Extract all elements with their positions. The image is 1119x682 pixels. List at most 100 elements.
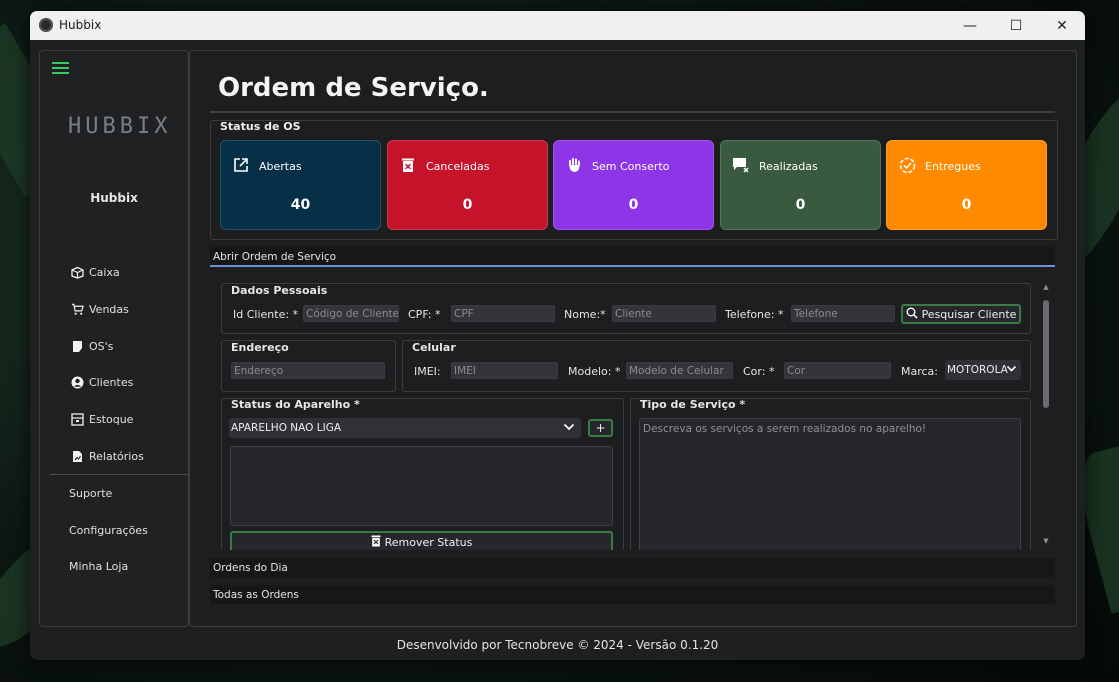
page-title: Ordem de Serviço. xyxy=(218,73,489,103)
cpf-label: CPF: * xyxy=(408,308,441,321)
minimize-button[interactable]: — xyxy=(947,11,993,40)
open-order-form: Dados Pessoais Id Cliente: * Código de C… xyxy=(210,267,1055,550)
cpf-input[interactable]: CPF xyxy=(451,305,555,322)
device-status-label: Status do Aparelho * xyxy=(231,398,360,411)
sidebar-item-caixa[interactable]: Caixa xyxy=(71,262,120,282)
cart-icon xyxy=(71,303,84,316)
phone-label: Telefone: * xyxy=(725,308,784,321)
window-title: Hubbix xyxy=(59,18,102,32)
sidebar-item-label: Estoque xyxy=(89,412,134,426)
search-icon xyxy=(906,307,918,322)
card-value: 0 xyxy=(462,197,473,213)
service-type-label: Tipo de Serviço * xyxy=(640,398,746,411)
search-client-label: Pesquisar Cliente xyxy=(921,307,1017,321)
brand-label: Marca: xyxy=(901,365,939,378)
chevron-down-icon xyxy=(563,421,575,435)
address-input[interactable]: Endereço xyxy=(231,362,385,379)
user-icon xyxy=(71,376,84,389)
card-label: Canceladas xyxy=(426,160,490,173)
chevron-down-icon xyxy=(1006,363,1017,377)
footer-text: Desenvolvido por Tecnobreve © 2024 - Ver… xyxy=(396,638,719,652)
card-value: 0 xyxy=(628,197,639,213)
device-status-select[interactable]: APARELHO NAO LIGA xyxy=(229,418,581,438)
sidebar-divider xyxy=(50,474,188,475)
phone-input[interactable]: Telefone xyxy=(791,305,895,322)
status-group-label: Status de OS xyxy=(220,120,301,133)
sidebar-item-label: Vendas xyxy=(89,302,129,316)
sidebar-item-minha-loja[interactable]: Minha Loja xyxy=(69,560,128,573)
app-window: Hubbix — ☐ ✕ HUBBIX Hubbix Caixa Vendas xyxy=(30,11,1085,660)
status-card-sem-conserto[interactable]: Sem Conserto 0 xyxy=(553,140,714,230)
scrollbar-thumb[interactable] xyxy=(1043,300,1049,408)
external-link-icon xyxy=(232,156,250,174)
main-panel: Ordem de Serviço. Status de OS Abertas 4… xyxy=(189,50,1077,627)
device-label: Celular xyxy=(412,341,456,354)
sidebar-item-label: Clientes xyxy=(89,375,134,389)
status-card-canceladas[interactable]: Canceladas 0 xyxy=(387,140,548,230)
report-icon xyxy=(71,450,84,463)
status-card-abertas[interactable]: Abertas 40 xyxy=(220,140,381,230)
card-label: Sem Conserto xyxy=(592,160,670,173)
status-card-entregues[interactable]: Entregues 0 xyxy=(886,140,1047,230)
document-icon xyxy=(71,340,84,353)
sidebar: HUBBIX Hubbix Caixa Vendas OS's Clientes xyxy=(39,50,189,627)
app-logo-icon xyxy=(39,18,53,32)
sidebar-item-estoque[interactable]: Estoque xyxy=(71,409,133,429)
personal-data-label: Dados Pessoais xyxy=(231,284,328,297)
card-label: Realizadas xyxy=(759,160,818,173)
menu-icon[interactable] xyxy=(52,61,70,75)
maximize-button[interactable]: ☐ xyxy=(993,11,1039,40)
remove-status-button[interactable]: Remover Status xyxy=(230,531,613,550)
scroll-down-icon[interactable]: ▼ xyxy=(1042,537,1050,545)
sidebar-item-relatorios[interactable]: Relatórios xyxy=(71,446,144,466)
trash-icon xyxy=(371,535,381,550)
sidebar-item-configuracoes[interactable]: Configurações xyxy=(69,524,148,537)
sidebar-item-suporte[interactable]: Suporte xyxy=(69,487,112,500)
remove-status-label: Remover Status xyxy=(384,535,473,549)
inventory-icon xyxy=(71,412,84,426)
card-value: 0 xyxy=(795,197,806,213)
client-id-label: Id Cliente: * xyxy=(233,308,299,321)
brand-select[interactable]: MOTOROLA xyxy=(945,360,1021,380)
address-label: Endereço xyxy=(231,341,289,354)
sidebar-item-clientes[interactable]: Clientes xyxy=(71,372,133,392)
form-scrollbar[interactable]: ▲ ▼ xyxy=(1041,283,1051,551)
status-card-realizadas[interactable]: Realizadas 0 xyxy=(720,140,881,230)
sidebar-item-vendas[interactable]: Vendas xyxy=(71,299,129,319)
sidebar-item-label: Relatórios xyxy=(89,449,144,463)
card-value: 40 xyxy=(290,197,311,213)
section-open-order[interactable]: Abrir Ordem de Serviço xyxy=(210,247,1055,266)
color-label: Cor: * xyxy=(743,365,775,378)
sidebar-item-os[interactable]: OS's xyxy=(71,336,113,356)
color-input[interactable]: Cor xyxy=(784,362,891,379)
card-value: 0 xyxy=(961,197,972,213)
model-label: Modelo: * xyxy=(568,365,621,378)
message-check-icon xyxy=(732,156,750,174)
name-input[interactable]: Cliente xyxy=(612,305,716,322)
sidebar-item-label: OS's xyxy=(89,339,114,353)
box-icon xyxy=(71,266,84,279)
title-bar: Hubbix — ☐ ✕ xyxy=(30,11,1085,40)
client-id-input[interactable]: Código de Cliente xyxy=(303,305,399,322)
imei-label: IMEI: xyxy=(414,365,441,378)
card-label: Entregues xyxy=(925,160,981,173)
brand-logo: HUBBIX xyxy=(68,114,172,139)
section-orders-today[interactable]: Ordens do Dia xyxy=(210,558,1055,577)
card-label: Abertas xyxy=(259,160,302,173)
brand-select-value: MOTOROLA xyxy=(947,364,1008,376)
scroll-up-icon[interactable]: ▲ xyxy=(1042,283,1050,291)
status-list[interactable] xyxy=(230,446,613,526)
service-description-input[interactable]: Descreva os serviços a serem realizados … xyxy=(639,418,1021,550)
device-status-value: APARELHO NAO LIGA xyxy=(231,422,342,434)
title-divider xyxy=(210,111,1055,113)
trash-x-icon xyxy=(399,156,417,174)
add-status-button[interactable]: + xyxy=(588,419,613,437)
imei-input[interactable]: IMEI xyxy=(451,362,558,379)
close-button[interactable]: ✕ xyxy=(1039,11,1085,40)
section-all-orders[interactable]: Todas as Ordens xyxy=(210,585,1055,604)
sidebar-item-label: Caixa xyxy=(89,265,120,279)
search-client-button[interactable]: Pesquisar Cliente xyxy=(901,304,1021,324)
name-label: Nome:* xyxy=(564,308,606,321)
model-input[interactable]: Modelo de Celular xyxy=(626,362,733,379)
hand-stop-icon xyxy=(565,156,583,174)
